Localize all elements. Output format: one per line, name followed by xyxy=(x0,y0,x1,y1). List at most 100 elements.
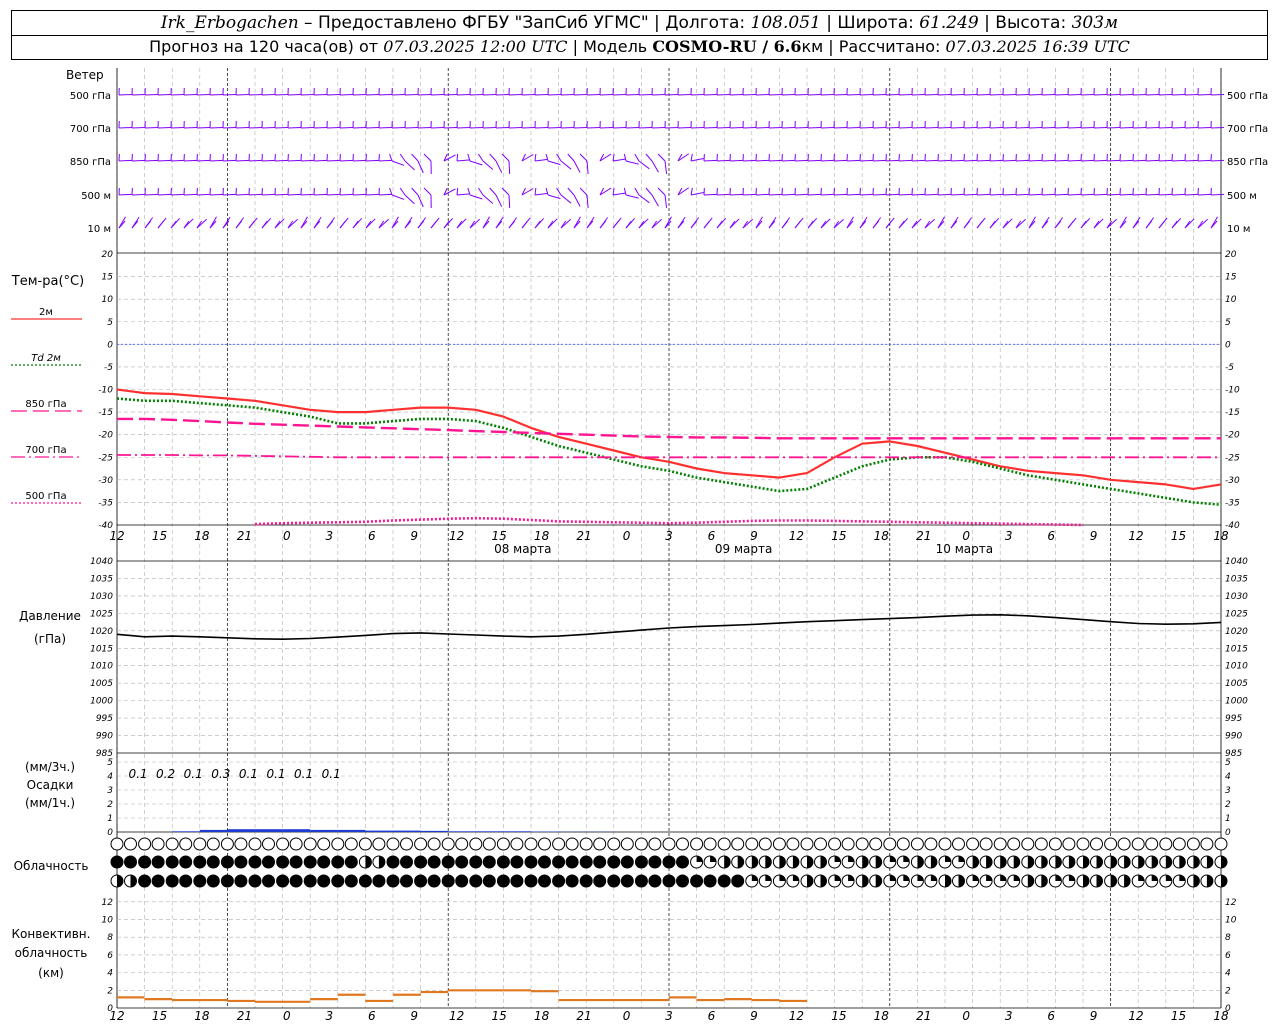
cloud-half xyxy=(875,875,882,887)
cloud-circle xyxy=(552,874,566,888)
wind-barb-feather xyxy=(657,153,666,162)
cloud-circle xyxy=(303,874,317,888)
wind-barb xyxy=(274,193,289,196)
wind-barb xyxy=(261,193,276,196)
cloud-circle xyxy=(303,855,317,869)
wind-barb xyxy=(157,193,172,196)
cloud-cover-symbol xyxy=(1048,874,1062,888)
wind-barb-feather xyxy=(495,220,503,229)
cloud-cover-symbol xyxy=(703,855,717,869)
cloud-cover-symbol xyxy=(952,837,965,851)
cloud-cover-symbol xyxy=(607,837,621,851)
cloud-cover-symbol xyxy=(193,874,207,888)
cloud-cover-symbol xyxy=(883,837,897,851)
cloud-cover-symbol xyxy=(841,837,855,851)
cloud-half xyxy=(1206,856,1213,868)
wind-barb xyxy=(118,159,133,162)
wind-level-label-left: 500 гПа xyxy=(70,91,111,102)
cloud-circle xyxy=(151,837,165,851)
cloud-circle xyxy=(193,837,207,851)
conv-xtick: 21 xyxy=(916,1009,931,1023)
cloud-half xyxy=(945,875,951,887)
wind-barb-feather xyxy=(1080,220,1087,229)
cloud-cover-symbol xyxy=(814,837,827,851)
cloud-circle xyxy=(206,837,220,851)
cloud-cover-symbol xyxy=(151,837,165,851)
cloud-circle xyxy=(607,874,621,888)
temp-ytick-left: -35 xyxy=(98,498,113,508)
cloud-cover-symbol xyxy=(924,874,938,888)
cloud-half xyxy=(724,856,731,868)
conv-ytick-right: 12 xyxy=(1225,898,1237,908)
cloud-cover-symbol xyxy=(138,874,152,888)
cloud-circle xyxy=(234,874,248,888)
cloud-cover-symbol xyxy=(1200,855,1214,869)
cloud-circle xyxy=(676,874,689,888)
cloud-cover-symbol xyxy=(593,837,607,851)
cloud-cover-symbol xyxy=(910,837,924,851)
cloud-cover-symbol xyxy=(234,874,248,888)
temp-xtick: 18 xyxy=(534,529,550,543)
cloud-cover-symbol xyxy=(1145,837,1159,851)
temp-ytick-right: -10 xyxy=(1225,386,1240,396)
cloud-cover-symbol xyxy=(358,855,372,869)
wind-barb xyxy=(144,159,159,162)
wind-barb xyxy=(1028,193,1043,196)
cloud-circle xyxy=(993,837,1007,851)
cloud-quarter xyxy=(696,856,703,862)
cloud-cover-symbol xyxy=(1062,855,1076,869)
wind-barb xyxy=(872,193,887,196)
wind-barb xyxy=(807,159,822,162)
temp-legend-label: 700 гПа xyxy=(25,445,66,456)
cloud-cover-symbol xyxy=(552,874,566,888)
cloud-circle xyxy=(344,837,358,851)
pressure-ytick-right: 1025 xyxy=(1225,609,1248,619)
cloud-circle xyxy=(538,837,551,851)
cloud-cover-symbol xyxy=(952,874,965,888)
wind-barb xyxy=(287,193,302,196)
wind-barb xyxy=(1145,193,1160,196)
temp-xtick: 0 xyxy=(962,529,970,543)
cloud-cover-symbol xyxy=(206,855,220,869)
temp-xtick: 21 xyxy=(916,529,931,543)
temp-ytick-right: 5 xyxy=(1225,318,1231,328)
wind-barb-feather xyxy=(1054,220,1062,229)
wind-barb-feather xyxy=(248,220,255,229)
wind-barb-feather xyxy=(313,220,321,229)
temp-xtick: 3 xyxy=(1005,529,1013,543)
temp-xtick: 9 xyxy=(750,529,758,543)
cloud-quarter xyxy=(848,875,855,881)
pressure-ytick-left: 1030 xyxy=(90,592,113,602)
cloud-circle xyxy=(1090,837,1103,851)
cloud-half xyxy=(807,875,813,887)
precip-sum-label: 0.1 xyxy=(322,767,341,781)
wind-barb xyxy=(170,193,185,196)
day-label: 10 марта xyxy=(936,542,993,556)
cloud-cover-symbol xyxy=(151,855,165,869)
conv-xtick: 21 xyxy=(237,1009,252,1023)
wind-level-label-left: 850 гПа xyxy=(70,157,111,168)
cloud-cover-symbol xyxy=(427,874,441,888)
wind-barb xyxy=(1132,159,1147,162)
pressure-ytick-left: 1035 xyxy=(90,574,113,584)
cloud-cover-symbol xyxy=(510,855,524,869)
precip-ytick-right: 4 xyxy=(1225,772,1231,782)
cloud-half xyxy=(1083,875,1089,887)
cloud-half xyxy=(1221,875,1227,887)
cloud-circle xyxy=(1062,837,1076,851)
cloud-circle xyxy=(427,837,441,851)
cloud-cover-symbol xyxy=(1062,837,1076,851)
cloud-circle xyxy=(593,837,607,851)
cloud-circle xyxy=(179,874,193,888)
cloud-quarter xyxy=(889,875,896,881)
cloud-circle xyxy=(786,837,800,851)
cloud-cover-symbol xyxy=(1159,874,1173,888)
wind-barb-feather xyxy=(489,187,497,196)
cloud-half xyxy=(1027,856,1034,868)
cloud-cover-symbol xyxy=(1117,837,1131,851)
cloud-circle xyxy=(358,874,372,888)
cloud-cover-symbol xyxy=(772,855,786,869)
conv-title-2: облачность xyxy=(14,946,88,960)
cloud-circle xyxy=(938,837,952,851)
precip-bar xyxy=(420,830,449,832)
